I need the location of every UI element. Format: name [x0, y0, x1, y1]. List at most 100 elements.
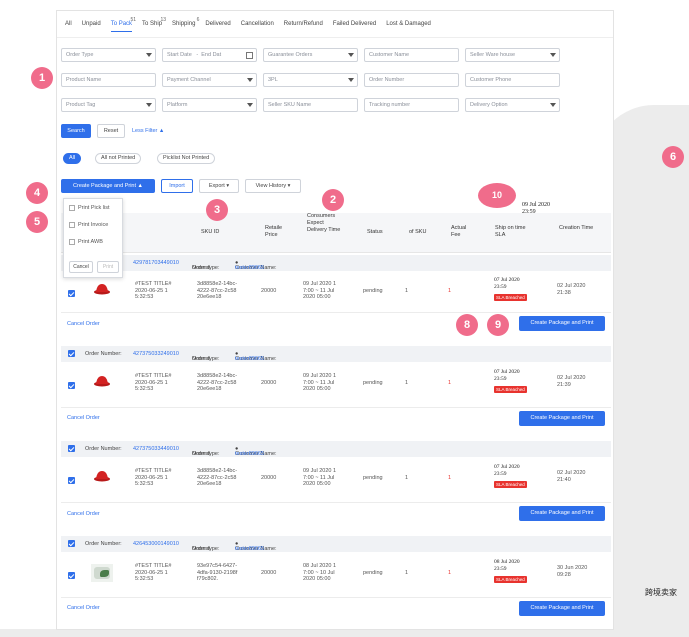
- col-actual-fee: Actual Fee: [451, 225, 467, 238]
- menu-cancel-button[interactable]: Cancel: [69, 261, 93, 273]
- seller-warehouse-select[interactable]: Seller Ware house: [465, 48, 560, 62]
- expect-delivery: 09 Jul 2020 1 7:00 ~ 11 Jul 2020 05:00: [303, 373, 337, 392]
- calendar-icon: [246, 52, 253, 59]
- row-checkbox[interactable]: [68, 290, 75, 297]
- row-divider: [61, 407, 611, 408]
- actual-fee: 1: [448, 570, 452, 576]
- expect-delivery: 09 Jul 2020 1 7:00 ~ 11 Jul 2020 05:00: [303, 281, 337, 300]
- tab-to-ship[interactable]: To Ship 13: [142, 17, 166, 32]
- order-checkbox[interactable]: [68, 540, 75, 547]
- product-tag-select[interactable]: Product Tag: [61, 98, 156, 112]
- pill-all[interactable]: All: [63, 153, 82, 164]
- checkbox-icon: [69, 239, 75, 245]
- import-button[interactable]: Import: [161, 179, 193, 193]
- platform-select[interactable]: Platform: [162, 98, 257, 112]
- status: pending: [363, 288, 383, 294]
- product-thumbnail: [94, 376, 110, 387]
- callout-2: 2: [322, 189, 344, 211]
- row-divider: [61, 312, 611, 313]
- print-picklist-option[interactable]: Print Pick list: [69, 205, 109, 211]
- print-invoice-option[interactable]: Print Invoice: [69, 222, 108, 228]
- sku-id: 3d8858e2-14bc- 4222-87cc-2c58 20e6ee18: [197, 468, 238, 487]
- tab-to-pack[interactable]: To Pack 51: [110, 17, 136, 32]
- pill-picklist-not-printed[interactable]: Picklist Not Printed: [157, 153, 216, 164]
- order-number[interactable]: 427375033449010: [133, 446, 179, 452]
- 3pl-select[interactable]: 3PL: [263, 73, 358, 87]
- callout-1: 1: [31, 67, 53, 89]
- row-checkbox[interactable]: [68, 477, 75, 484]
- create-package-print-button[interactable]: Create Package and Print: [519, 506, 605, 521]
- date-range-picker[interactable]: Start Date - End Dat: [162, 48, 257, 62]
- creation-time: 30 Jun 2020 09:28: [557, 565, 588, 578]
- product-thumbnail: [94, 471, 110, 482]
- customer-phone-input[interactable]: Customer Phone: [465, 73, 560, 87]
- view-history-dropdown[interactable]: View History ▾: [245, 179, 301, 193]
- cancel-order-link[interactable]: Cancel Order: [67, 605, 100, 611]
- row-divider: [61, 502, 611, 503]
- cancel-order-link[interactable]: Cancel Order: [67, 511, 100, 517]
- actual-fee: 1: [448, 475, 452, 481]
- delivery-option-select[interactable]: Delivery Option: [465, 98, 560, 112]
- search-button[interactable]: Search: [61, 124, 91, 138]
- retail-price: 20000: [261, 570, 277, 576]
- tracking-number-input[interactable]: Tracking number: [364, 98, 459, 112]
- qty: 1: [405, 475, 409, 481]
- seller-sku-input[interactable]: Seller SKU Name: [263, 98, 358, 112]
- create-package-print-button[interactable]: Create Package and Print: [519, 411, 605, 426]
- menu-print-button[interactable]: Print: [97, 261, 119, 273]
- order-number[interactable]: 429781703449010: [133, 260, 179, 266]
- order-header: 429781703449010 Order type: Normal Custo…: [61, 255, 611, 271]
- chevron-down-icon: [348, 78, 354, 82]
- product-title: #TEST TITLE# 2020-06-25 1 5:32:53: [135, 373, 172, 392]
- customer-name-input[interactable]: Customer Name: [364, 48, 459, 62]
- tab-delivered[interactable]: Delivered: [205, 21, 230, 32]
- order-number[interactable]: 426453000149010: [133, 541, 179, 547]
- export-dropdown[interactable]: Export ▾: [199, 179, 239, 193]
- order-checkbox[interactable]: [68, 445, 75, 452]
- tab-shipping[interactable]: Shipping 6: [172, 17, 199, 32]
- sku-id: 3d8858e2-14bc- 4222-87cc-2c58 20e6ee18: [197, 373, 238, 392]
- order-header: Order Number: 426453000149010 Order type…: [61, 536, 611, 552]
- sla-breached-badge: SLA Breached: [494, 294, 527, 301]
- sla-breached-badge: SLA Breached: [494, 576, 527, 583]
- tab-lost-damaged[interactable]: Lost & Damaged: [386, 21, 431, 32]
- col-retail-price: Retaile Price: [265, 225, 283, 238]
- col-qty-sku: of SKU: [409, 229, 427, 235]
- order-number-input[interactable]: Order Number: [364, 73, 459, 87]
- sla-breached-badge: SLA Breached: [494, 386, 527, 393]
- expect-delivery: 08 Jul 2020 1 7:00 ~ 10 Jul 2020 05:00: [303, 563, 337, 582]
- actual-fee: 1: [448, 380, 452, 386]
- tab-failed-delivered[interactable]: Failed Delivered: [333, 21, 376, 32]
- tab-unpaid[interactable]: Unpaid: [82, 21, 101, 32]
- bottom-strip: [0, 629, 689, 637]
- less-filter-link[interactable]: Less Filter ▲: [132, 128, 164, 134]
- order-number[interactable]: 427375033249010: [133, 351, 179, 357]
- print-awb-option[interactable]: Print AWB: [69, 239, 103, 245]
- order-type-select[interactable]: Order Type: [61, 48, 156, 62]
- cancel-order-link[interactable]: Cancel Order: [67, 415, 100, 421]
- cancel-order-link[interactable]: Cancel Order: [67, 321, 100, 327]
- row-checkbox[interactable]: [68, 572, 75, 579]
- status: pending: [363, 380, 383, 386]
- product-name-input[interactable]: Product Name: [61, 73, 156, 87]
- tab-cancellation[interactable]: Cancellation: [241, 21, 274, 32]
- pill-all-not-printed[interactable]: All not Printed: [95, 153, 142, 164]
- tab-count: 6: [196, 17, 200, 23]
- creation-time: 02 Jul 2020 21:38: [557, 283, 586, 296]
- status: pending: [363, 570, 383, 576]
- chevron-down-icon: [550, 103, 556, 107]
- create-package-print-button[interactable]: Create Package and Print: [519, 316, 605, 331]
- reset-button[interactable]: Reset: [97, 124, 125, 138]
- tab-all[interactable]: All: [65, 21, 72, 32]
- row-checkbox[interactable]: [68, 382, 75, 389]
- table-header: SKU ID Retaile Price Consumers Expect De…: [61, 213, 611, 253]
- qty: 1: [405, 570, 409, 576]
- tab-return-refund[interactable]: Return/Refund: [284, 21, 323, 32]
- guarantee-orders-select[interactable]: Guarantee Orders: [263, 48, 358, 62]
- order-checkbox[interactable]: [68, 350, 75, 357]
- product-thumbnail: [94, 284, 110, 295]
- payment-channel-select[interactable]: Payment Channel: [162, 73, 257, 87]
- create-package-print-dropdown[interactable]: Create Package and Print ▲: [61, 179, 155, 193]
- create-package-print-button[interactable]: Create Package and Print: [519, 601, 605, 616]
- retail-price: 20000: [261, 475, 277, 481]
